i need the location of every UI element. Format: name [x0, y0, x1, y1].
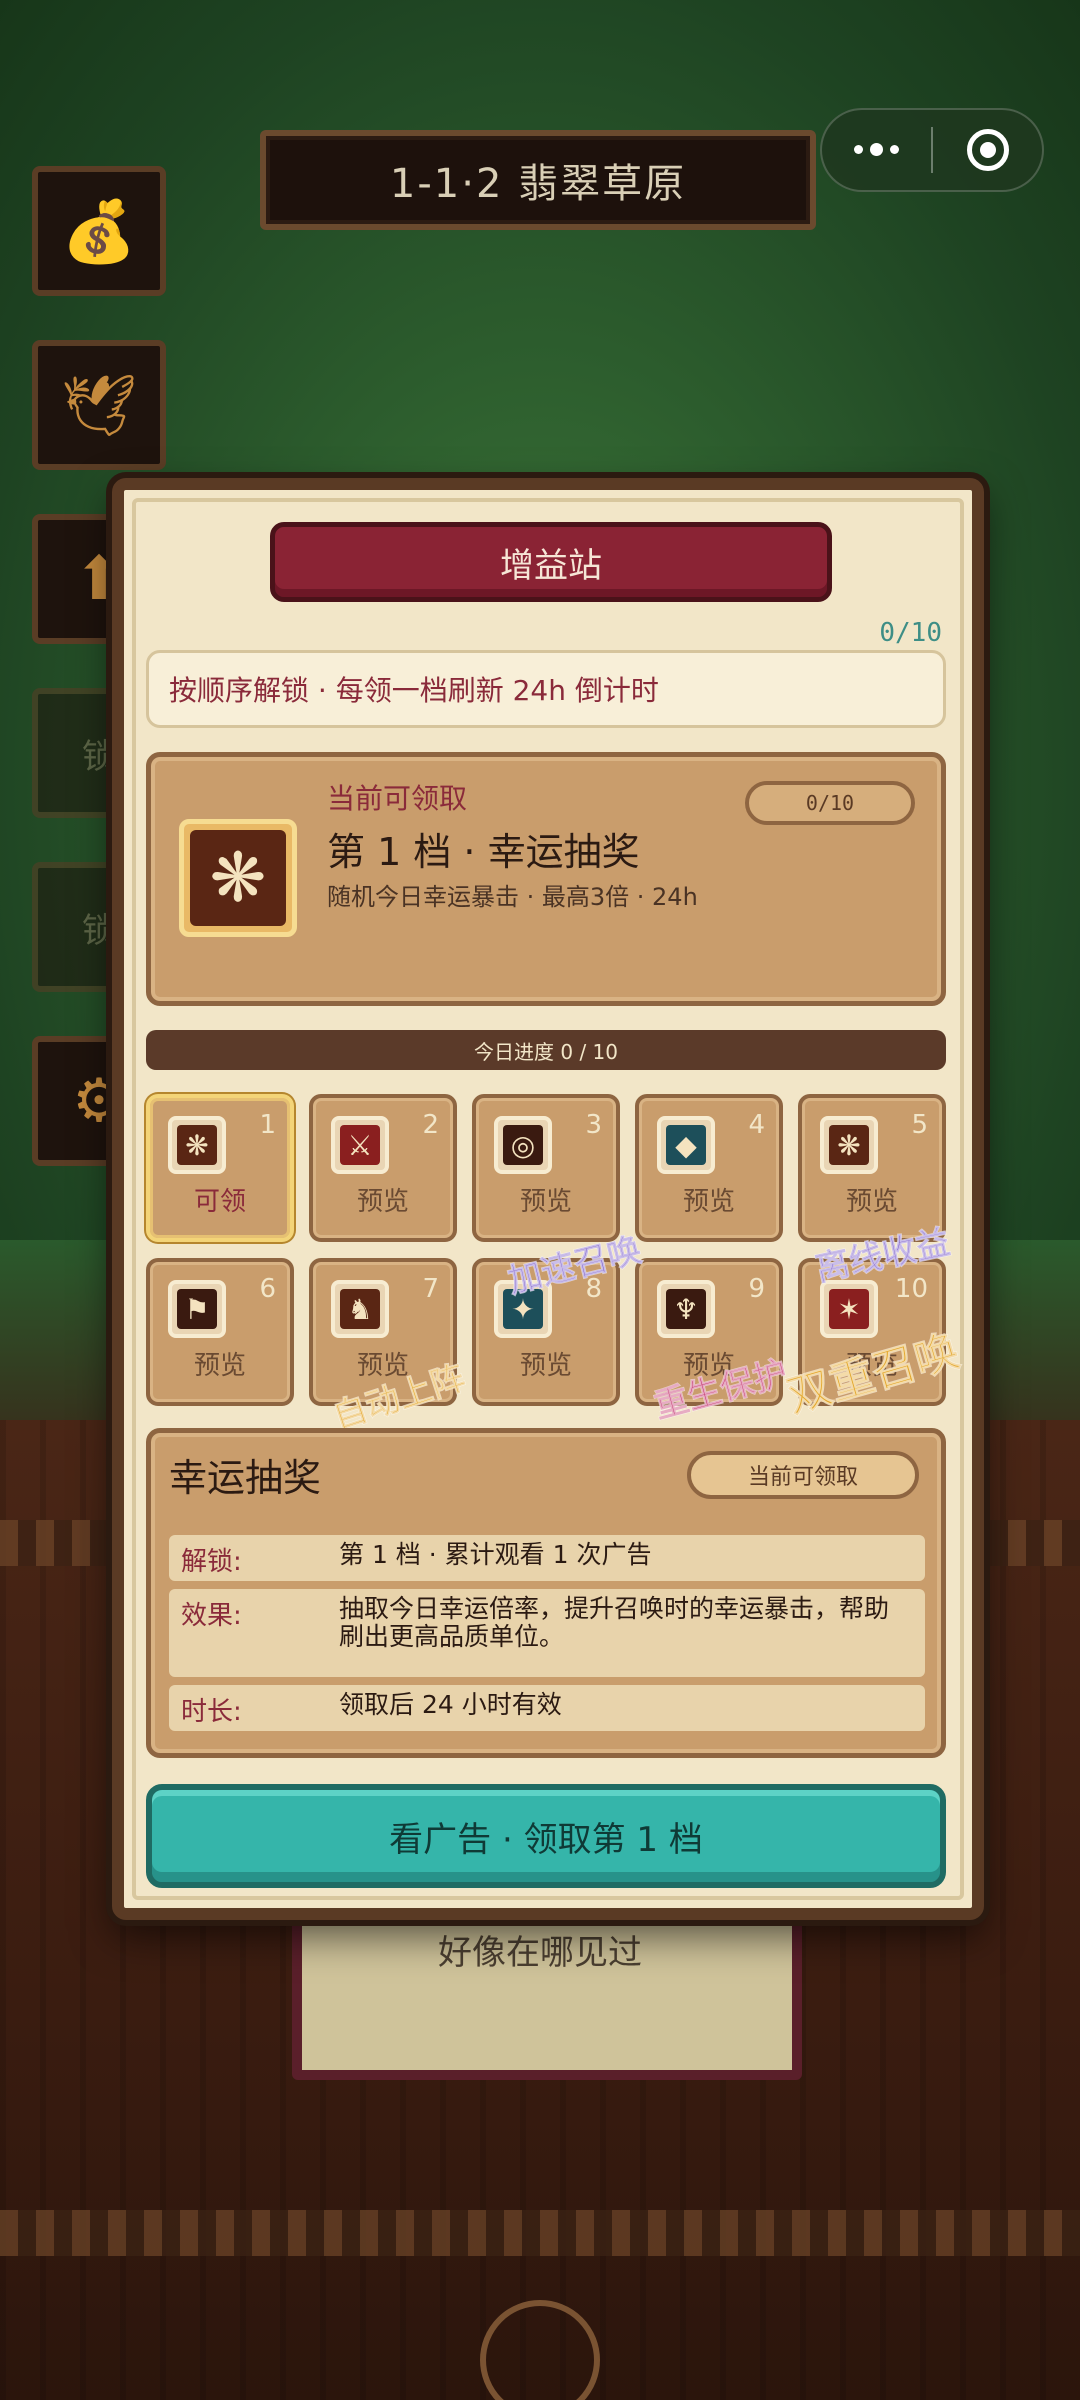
daily-progress-text: 今日进度 0 / 10 [474, 1039, 618, 1064]
claim-count: 0/10 [879, 618, 942, 648]
detail-effect-row: 效果: 抽取今日幸运倍率，提升召唤时的幸运暴击，帮助刷出更高品质单位。 [169, 1589, 925, 1677]
detail-status-pill: 当前可领取 [687, 1451, 919, 1499]
tier-icon-glyph: ♞ [340, 1289, 380, 1329]
locked-shield-icon: 锁 [82, 910, 116, 951]
buff-station-modal: 增益站 0/10 按顺序解锁 · 每领一档刷新 24h 倒计时 ❋ 当前可领取 … [112, 478, 984, 1920]
tier-number: 7 [422, 1274, 439, 1304]
stage-title: 1-1·2 翡翠草原 [260, 130, 816, 230]
crystal-blade-icon: ◆ [657, 1116, 715, 1174]
detail-duration-row: 时长: 领取后 24 小时有效 [169, 1685, 925, 1731]
tier-status: 预览 [682, 1187, 735, 1217]
book-caption: 好像在哪见过 [438, 1933, 642, 1973]
tier-number: 4 [748, 1110, 765, 1140]
more-menu-icon[interactable] [822, 142, 931, 156]
tier-icon-glyph: ♆ [666, 1289, 706, 1329]
tier-number: 1 [259, 1110, 276, 1140]
wing-upgrade-icon: 🕊 [60, 370, 138, 441]
tier-icon-glyph: ✶ [829, 1289, 869, 1329]
tier-status: 预览 [845, 1187, 898, 1217]
tier-icon-glyph: ◆ [666, 1125, 706, 1165]
phoenix-icon: ♆ [657, 1280, 715, 1338]
miniprogram-capsule [820, 108, 1044, 192]
snowflake-burst-icon: ❋ [820, 1116, 878, 1174]
tier-number: 10 [894, 1274, 928, 1304]
tier-icon-glyph: ❋ [829, 1125, 869, 1165]
tier-card-2[interactable]: ⚔ 2 预览 [309, 1094, 457, 1242]
money-bag-button[interactable]: 💰 [32, 166, 166, 296]
effect-key: 效果: [181, 1601, 242, 1631]
tier-number: 3 [585, 1110, 602, 1140]
money-bag-icon: 💰 [61, 196, 137, 267]
unlock-key: 解锁: [181, 1547, 242, 1577]
tier-icon-glyph: ⚔ [340, 1125, 380, 1165]
snowflake-burst-icon: ❋ [168, 1116, 226, 1174]
tier-status: 预览 [519, 1187, 572, 1217]
tier-status: 预览 [356, 1187, 409, 1217]
close-target-icon[interactable] [933, 129, 1042, 171]
rule-text: 按顺序解锁 · 每领一档刷新 24h 倒计时 [146, 650, 946, 728]
rune-band-bottom [0, 2210, 1080, 2256]
tier-card-3[interactable]: ◎ 3 预览 [472, 1094, 620, 1242]
tier-number: 5 [911, 1110, 928, 1140]
crossed-swords-icon: ⚔ [331, 1116, 389, 1174]
watch-ad-claim-button[interactable]: 看广告 · 领取第 1 档 [146, 1784, 946, 1888]
tier-number: 2 [422, 1110, 439, 1140]
tier-card-1[interactable]: ❋ 1 可领 [146, 1094, 294, 1242]
unlock-value: 第 1 档 · 累计观看 1 次广告 [339, 1540, 652, 1569]
tier-card-6[interactable]: ⚑ 6 预览 [146, 1258, 294, 1406]
tier-card-4[interactable]: ◆ 4 预览 [635, 1094, 783, 1242]
current-progress-pill: 0/10 [745, 781, 915, 825]
fire-ring-icon: ◎ [494, 1116, 552, 1174]
detail-unlock-row: 解锁: 第 1 档 · 累计观看 1 次广告 [169, 1535, 925, 1581]
current-title: 第 1 档 · 幸运抽奖 [327, 830, 640, 874]
tier-icon-glyph: ◎ [503, 1125, 543, 1165]
detail-name: 幸运抽奖 [169, 1456, 322, 1500]
tier-status: 预览 [519, 1351, 572, 1381]
effect-value: 抽取今日幸运倍率，提升召唤时的幸运暴击，帮助刷出更高品质单位。 [339, 1594, 890, 1651]
duration-value: 领取后 24 小时有效 [339, 1690, 562, 1719]
tier-number: 9 [748, 1274, 765, 1304]
warrior-icon: ♞ [331, 1280, 389, 1338]
wing-upgrade-button[interactable]: 🕊 [32, 340, 166, 470]
tier-detail-card: 幸运抽奖 当前可领取 解锁: 第 1 档 · 累计观看 1 次广告 效果: 抽取… [146, 1428, 946, 1758]
modal-title: 增益站 [270, 522, 832, 602]
tier-status: 预览 [193, 1351, 246, 1381]
tier-status: 可领 [193, 1187, 246, 1217]
current-tier-card: ❋ 当前可领取 第 1 档 · 幸运抽奖 随机今日幸运暴击 · 最高3倍 · 2… [146, 752, 946, 1006]
red-banner-icon: ⚑ [168, 1280, 226, 1338]
daily-progress-bar: 今日进度 0 / 10 [146, 1030, 946, 1070]
tier-number: 6 [259, 1274, 276, 1304]
tier-icon-glyph: ❋ [177, 1125, 217, 1165]
current-desc: 随机今日幸运暴击 · 最高3倍 · 24h [327, 883, 698, 911]
snowflake-burst-icon: ❋ [179, 819, 297, 937]
duration-key: 时长: [181, 1697, 242, 1727]
current-label: 当前可领取 [327, 782, 468, 815]
locked-slot-icon: 锁 [82, 736, 116, 777]
tier-icon-glyph: ⚑ [177, 1289, 217, 1329]
